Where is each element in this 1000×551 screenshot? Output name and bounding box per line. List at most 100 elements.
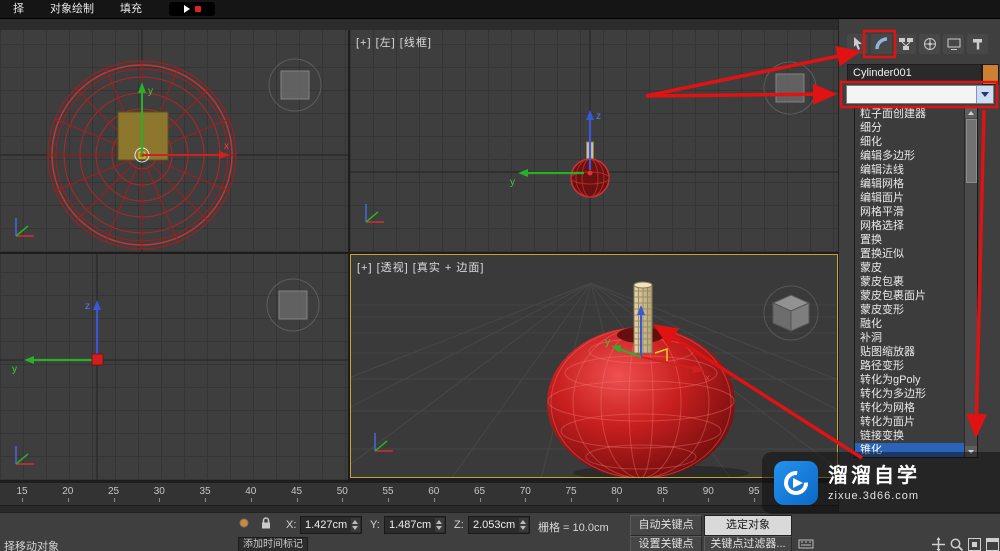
viewport-perspective-label[interactable]: [+] [透视] [真实 + 边面] [357, 259, 484, 275]
key-filters-button[interactable]: 关键点过滤器... [704, 536, 792, 551]
object-color-swatch[interactable] [982, 64, 999, 85]
modifier-item[interactable]: 转化为多边形 [855, 387, 964, 401]
menu-bar: 择 对象绘制 填充 [0, 0, 1000, 19]
set-key-button[interactable]: 设置关键点 [630, 536, 702, 551]
record-icon [194, 6, 201, 12]
modifier-item[interactable]: 蒙皮包裹 [855, 275, 964, 289]
timeline-tick[interactable]: 50 [330, 486, 354, 502]
modifier-list-combo[interactable] [846, 85, 994, 104]
modifier-item[interactable]: 网格选择 [855, 219, 964, 233]
auto-key-button[interactable]: 自动关键点 [630, 515, 702, 536]
viewport-perspective[interactable]: [+] [透视] [真实 + 边面] x y [350, 254, 838, 478]
x-spinner[interactable] [351, 518, 360, 532]
menu-item-fill[interactable]: 填充 [107, 0, 155, 18]
zoom-icon[interactable] [948, 536, 964, 551]
timeline-tick[interactable]: 45 [285, 486, 309, 502]
display-tab-icon[interactable] [943, 34, 964, 54]
timeline-tick[interactable]: 25 [102, 486, 126, 502]
scrollbar-thumb[interactable] [966, 119, 977, 183]
viewport-left[interactable]: [+] [左] [线框] z y [350, 30, 838, 252]
timeline-tick[interactable]: 35 [193, 486, 217, 502]
selection-lock-icon[interactable] [258, 515, 274, 531]
modifier-combo-text[interactable] [847, 86, 976, 103]
combo-dropdown-arrow-icon[interactable] [976, 86, 993, 103]
modifier-item[interactable]: 转化为面片 [855, 415, 964, 429]
modifier-item[interactable]: 蒙皮包裹面片 [855, 289, 964, 303]
viewcube[interactable] [763, 285, 819, 341]
modifier-item[interactable]: 转化为gPoly [855, 373, 964, 387]
timeline-tick[interactable]: 75 [559, 486, 583, 502]
timeline-tick[interactable]: 85 [651, 486, 675, 502]
modifier-item[interactable]: 编辑网格 [855, 177, 964, 191]
modifier-item[interactable]: 贴图缩放器 [855, 345, 964, 359]
modifier-item[interactable]: 细分 [855, 121, 964, 135]
hierarchy-tab-icon[interactable] [895, 34, 916, 54]
viewport-left-label[interactable]: [+] [左] [线框] [356, 34, 432, 50]
modifier-item[interactable]: 编辑法线 [855, 163, 964, 177]
utilities-tab-icon[interactable] [967, 34, 988, 54]
modifier-item[interactable]: 置换 [855, 233, 964, 247]
command-panel: Cylinder001 粒子面创建器 细分 细化 编辑多边形 编辑法线 编辑网格 编辑面片网… [838, 18, 1000, 512]
modifier-item[interactable]: 蒙皮变形 [855, 303, 964, 317]
y-coord-value: 1.487cm [389, 519, 432, 531]
viewcube[interactable] [266, 278, 320, 332]
modifier-item[interactable]: 编辑面片 [855, 191, 964, 205]
modifier-item[interactable]: 细化 [855, 135, 964, 149]
viewport-top[interactable]: y x [0, 30, 348, 252]
timeline-tick[interactable]: 40 [239, 486, 263, 502]
modifier-item[interactable]: 编辑多边形 [855, 149, 964, 163]
z-spinner[interactable] [519, 518, 528, 532]
timeline-tick[interactable]: 55 [376, 486, 400, 502]
zoom-extents-icon[interactable] [966, 536, 982, 551]
y-spinner[interactable] [435, 518, 444, 532]
x-coord-field[interactable]: 1.427cm [300, 516, 362, 534]
selection-filter-combo[interactable]: 选定对象 [704, 515, 792, 536]
isolate-selection-icon[interactable] [236, 515, 252, 531]
add-time-tag-field[interactable]: 添加时间标记 [238, 537, 308, 551]
timeline-ruler[interactable]: 15 20 25 30 35 40 45 50 55 60 65 70 75 80 85 90 95 [0, 482, 838, 514]
timeline-tick[interactable]: 20 [56, 486, 80, 502]
prompt-line: 择移动对象 [4, 541, 59, 551]
modifier-item[interactable]: 网格平滑 [855, 205, 964, 219]
timeline-tick[interactable]: 65 [468, 486, 492, 502]
modifier-item[interactable]: 置换近似 [855, 247, 964, 261]
perspective-canvas: x y [351, 281, 837, 477]
world-axis-tripod [374, 433, 393, 452]
timeline-tick[interactable]: 90 [696, 486, 720, 502]
pan-view-icon[interactable] [930, 536, 946, 551]
maximize-viewport-icon[interactable] [984, 536, 1000, 551]
scrollbar[interactable] [964, 107, 977, 457]
modifier-item[interactable]: 链接变换 [855, 429, 964, 443]
menu-item-select[interactable]: 择 [0, 0, 37, 18]
keyboard-shortcut-icon[interactable] [798, 536, 814, 551]
viewcube[interactable] [268, 58, 322, 112]
timeline-tick[interactable]: 80 [605, 486, 629, 502]
viewcube[interactable] [763, 61, 817, 115]
modifier-item[interactable]: 路径变形 [855, 359, 964, 373]
timeline-tick[interactable]: 30 [147, 486, 171, 502]
modify-tab-icon[interactable] [871, 34, 892, 54]
selected-cylinder-stem[interactable] [633, 281, 653, 354]
create-tab-icon[interactable] [847, 34, 868, 54]
modifier-item[interactable]: 转化为网格 [855, 401, 964, 415]
modifier-item[interactable]: 粒子面创建器 [855, 107, 964, 121]
modifier-item[interactable]: 融化 [855, 317, 964, 331]
world-axis-tripod [15, 218, 34, 237]
motion-tab-icon[interactable] [919, 34, 940, 54]
play-icon [183, 5, 190, 13]
scroll-up-icon[interactable] [965, 107, 977, 118]
modifier-item[interactable]: 补洞 [855, 331, 964, 345]
svg-text:y: y [605, 337, 610, 348]
timeline-tick[interactable]: 70 [513, 486, 537, 502]
modifier-item[interactable]: 蒙皮 [855, 261, 964, 275]
menu-item-object-paint[interactable]: 对象绘制 [37, 0, 107, 18]
menu-icon-group[interactable] [169, 2, 215, 16]
z-coord-field[interactable]: 2.053cm [468, 516, 530, 534]
timeline-tick[interactable]: 15 [10, 486, 34, 502]
watermark: 溜溜自学 zixue.3d66.com [762, 452, 1000, 514]
object-name-field[interactable]: Cylinder001 [847, 64, 982, 83]
timeline-tick[interactable]: 60 [422, 486, 446, 502]
transform-gizmo[interactable]: z y [12, 300, 104, 375]
y-coord-field[interactable]: 1.487cm [384, 516, 446, 534]
viewport-front[interactable]: z y [0, 254, 348, 480]
